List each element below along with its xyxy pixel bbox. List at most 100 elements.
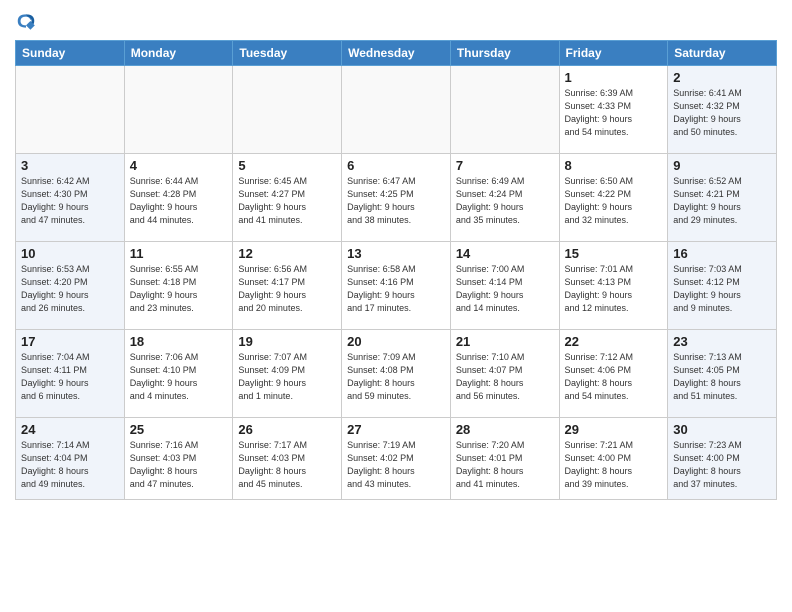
calendar-cell: 5 Sunrise: 6:45 AM Sunset: 4:27 PM Daylig… [233, 154, 342, 242]
weekday-row: SundayMondayTuesdayWednesdayThursdayFrid… [16, 41, 777, 66]
calendar-cell: 18 Sunrise: 7:06 AM Sunset: 4:10 PM Dayli… [124, 330, 233, 418]
day-info: Sunrise: 6:53 AM Sunset: 4:20 PM Dayligh… [21, 263, 119, 315]
day-info: Sunrise: 6:47 AM Sunset: 4:25 PM Dayligh… [347, 175, 445, 227]
day-number: 14 [456, 246, 554, 261]
calendar-cell: 6 Sunrise: 6:47 AM Sunset: 4:25 PM Daylig… [342, 154, 451, 242]
calendar-cell: 26Sunrise: 7:17 AM Sunset: 4:03 PM Dayli… [233, 418, 342, 500]
calendar-cell: 17Sunrise: 7:04 AM Sunset: 4:11 PM Dayli… [16, 330, 125, 418]
day-info: Sunrise: 6:39 AM Sunset: 4:33 PM Dayligh… [565, 87, 663, 139]
day-info: Sunrise: 7:04 AM Sunset: 4:11 PM Dayligh… [21, 351, 119, 403]
calendar-cell: 2 Sunrise: 6:41 AM Sunset: 4:32 PM Daylig… [668, 66, 777, 154]
calendar-cell [450, 66, 559, 154]
day-number: 19 [238, 334, 336, 349]
weekday-header-thursday: Thursday [450, 41, 559, 66]
day-number: 12 [238, 246, 336, 261]
weekday-header-sunday: Sunday [16, 41, 125, 66]
day-number: 8 [565, 158, 663, 173]
day-number: 13 [347, 246, 445, 261]
calendar-cell: 29 Sunrise: 7:21 AM Sunset: 4:00 PM Dayli… [559, 418, 668, 500]
logo [15, 10, 41, 32]
calendar-cell: 19 Sunrise: 7:07 AM Sunset: 4:09 PM Dayli… [233, 330, 342, 418]
day-info: Sunrise: 7:03 AM Sunset: 4:12 PM Dayligh… [673, 263, 771, 315]
calendar-cell: 21Sunrise: 7:10 AM Sunset: 4:07 PM Dayli… [450, 330, 559, 418]
weekday-header-wednesday: Wednesday [342, 41, 451, 66]
calendar-cell: 11 Sunrise: 6:55 AM Sunset: 4:18 PM Dayli… [124, 242, 233, 330]
week-row-1: 3Sunrise: 6:42 AM Sunset: 4:30 PM Daylig… [16, 154, 777, 242]
day-info: Sunrise: 7:00 AM Sunset: 4:14 PM Dayligh… [456, 263, 554, 315]
day-number: 29 [565, 422, 663, 437]
weekday-header-tuesday: Tuesday [233, 41, 342, 66]
day-number: 2 [673, 70, 771, 85]
week-row-3: 17Sunrise: 7:04 AM Sunset: 4:11 PM Dayli… [16, 330, 777, 418]
calendar-cell [342, 66, 451, 154]
calendar: SundayMondayTuesdayWednesdayThursdayFrid… [15, 40, 777, 500]
calendar-cell: 24 Sunrise: 7:14 AM Sunset: 4:04 PM Dayli… [16, 418, 125, 500]
calendar-cell: 28 Sunrise: 7:20 AM Sunset: 4:01 PM Dayli… [450, 418, 559, 500]
calendar-cell: 10 Sunrise: 6:53 AM Sunset: 4:20 PM Dayli… [16, 242, 125, 330]
calendar-cell: 27 Sunrise: 7:19 AM Sunset: 4:02 PM Dayli… [342, 418, 451, 500]
day-number: 23 [673, 334, 771, 349]
day-number: 4 [130, 158, 228, 173]
day-info: Sunrise: 7:10 AM Sunset: 4:07 PM Dayligh… [456, 351, 554, 403]
calendar-cell: 8 Sunrise: 6:50 AM Sunset: 4:22 PM Daylig… [559, 154, 668, 242]
day-info: Sunrise: 7:12 AM Sunset: 4:06 PM Dayligh… [565, 351, 663, 403]
day-number: 11 [130, 246, 228, 261]
day-number: 15 [565, 246, 663, 261]
calendar-cell: 15 Sunrise: 7:01 AM Sunset: 4:13 PM Dayli… [559, 242, 668, 330]
week-row-2: 10 Sunrise: 6:53 AM Sunset: 4:20 PM Dayli… [16, 242, 777, 330]
day-number: 20 [347, 334, 445, 349]
weekday-header-monday: Monday [124, 41, 233, 66]
calendar-cell: 7Sunrise: 6:49 AM Sunset: 4:24 PM Daylig… [450, 154, 559, 242]
day-info: Sunrise: 6:50 AM Sunset: 4:22 PM Dayligh… [565, 175, 663, 227]
day-info: Sunrise: 7:19 AM Sunset: 4:02 PM Dayligh… [347, 439, 445, 491]
day-number: 5 [238, 158, 336, 173]
calendar-cell [16, 66, 125, 154]
day-info: Sunrise: 7:21 AM Sunset: 4:00 PM Dayligh… [565, 439, 663, 491]
day-info: Sunrise: 6:42 AM Sunset: 4:30 PM Dayligh… [21, 175, 119, 227]
day-number: 28 [456, 422, 554, 437]
day-number: 25 [130, 422, 228, 437]
page: SundayMondayTuesdayWednesdayThursdayFrid… [0, 0, 792, 612]
day-info: Sunrise: 7:07 AM Sunset: 4:09 PM Dayligh… [238, 351, 336, 403]
day-number: 6 [347, 158, 445, 173]
weekday-header-saturday: Saturday [668, 41, 777, 66]
calendar-cell: 12 Sunrise: 6:56 AM Sunset: 4:17 PM Dayli… [233, 242, 342, 330]
day-info: Sunrise: 6:41 AM Sunset: 4:32 PM Dayligh… [673, 87, 771, 139]
calendar-cell: 30 Sunrise: 7:23 AM Sunset: 4:00 PM Dayli… [668, 418, 777, 500]
calendar-cell [124, 66, 233, 154]
day-number: 10 [21, 246, 119, 261]
day-number: 1 [565, 70, 663, 85]
calendar-cell: 23 Sunrise: 7:13 AM Sunset: 4:05 PM Dayli… [668, 330, 777, 418]
calendar-cell: 22 Sunrise: 7:12 AM Sunset: 4:06 PM Dayli… [559, 330, 668, 418]
day-info: Sunrise: 7:20 AM Sunset: 4:01 PM Dayligh… [456, 439, 554, 491]
day-info: Sunrise: 6:55 AM Sunset: 4:18 PM Dayligh… [130, 263, 228, 315]
week-row-4: 24 Sunrise: 7:14 AM Sunset: 4:04 PM Dayli… [16, 418, 777, 500]
weekday-header-friday: Friday [559, 41, 668, 66]
day-number: 16 [673, 246, 771, 261]
day-number: 24 [21, 422, 119, 437]
day-info: Sunrise: 6:44 AM Sunset: 4:28 PM Dayligh… [130, 175, 228, 227]
calendar-cell: 9Sunrise: 6:52 AM Sunset: 4:21 PM Daylig… [668, 154, 777, 242]
day-number: 22 [565, 334, 663, 349]
day-info: Sunrise: 7:17 AM Sunset: 4:03 PM Dayligh… [238, 439, 336, 491]
day-info: Sunrise: 7:06 AM Sunset: 4:10 PM Dayligh… [130, 351, 228, 403]
week-row-0: 1 Sunrise: 6:39 AM Sunset: 4:33 PM Daylig… [16, 66, 777, 154]
day-info: Sunrise: 6:45 AM Sunset: 4:27 PM Dayligh… [238, 175, 336, 227]
day-info: Sunrise: 7:14 AM Sunset: 4:04 PM Dayligh… [21, 439, 119, 491]
day-info: Sunrise: 7:23 AM Sunset: 4:00 PM Dayligh… [673, 439, 771, 491]
calendar-cell: 16 Sunrise: 7:03 AM Sunset: 4:12 PM Dayli… [668, 242, 777, 330]
logo-icon [15, 10, 37, 32]
day-number: 18 [130, 334, 228, 349]
calendar-cell: 3Sunrise: 6:42 AM Sunset: 4:30 PM Daylig… [16, 154, 125, 242]
day-number: 7 [456, 158, 554, 173]
day-info: Sunrise: 7:01 AM Sunset: 4:13 PM Dayligh… [565, 263, 663, 315]
calendar-cell: 1 Sunrise: 6:39 AM Sunset: 4:33 PM Daylig… [559, 66, 668, 154]
day-number: 30 [673, 422, 771, 437]
day-info: Sunrise: 6:56 AM Sunset: 4:17 PM Dayligh… [238, 263, 336, 315]
day-number: 27 [347, 422, 445, 437]
day-info: Sunrise: 7:13 AM Sunset: 4:05 PM Dayligh… [673, 351, 771, 403]
calendar-cell: 4 Sunrise: 6:44 AM Sunset: 4:28 PM Daylig… [124, 154, 233, 242]
day-number: 9 [673, 158, 771, 173]
calendar-cell: 14 Sunrise: 7:00 AM Sunset: 4:14 PM Dayli… [450, 242, 559, 330]
header [15, 10, 777, 32]
